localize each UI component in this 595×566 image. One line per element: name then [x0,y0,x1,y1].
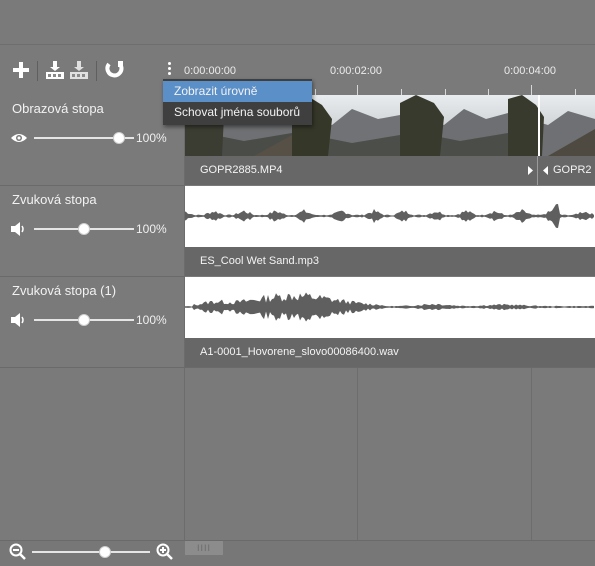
volume-value: 100% [136,313,167,327]
ruler-label: 0:00:02:00 [330,65,382,77]
clip-filename: A1-0001_Hovorene_slovo00086400.wav [200,346,399,358]
volume-slider-row: 100% [10,310,180,330]
export-media-button[interactable] [68,59,90,81]
eye-icon[interactable] [10,130,28,146]
clip-boundary [538,95,540,156]
track-title: Zvuková stopa (1) [12,283,117,298]
clip-footer: A1-0001_Hovorene_slovo00086400.wav [184,338,595,367]
kebab-icon [165,62,173,78]
timeline-gridline [357,368,358,540]
audio-waveform [184,292,594,322]
chevron-right-icon[interactable] [528,166,533,175]
waveform-area [184,186,595,247]
timeline-bottom-bar: IIII [0,540,595,566]
track-header-video[interactable]: Obrazová stopa 100% [0,95,184,186]
window-top-area [0,0,595,45]
opacity-slider-row: 100% [10,128,180,148]
track-title: Zvuková stopa [12,192,97,207]
clip-filename: GOPR2885.MP4 [200,164,283,176]
add-track-button[interactable] [10,59,32,81]
volume-slider-thumb[interactable] [78,223,90,235]
zoom-in-icon[interactable] [156,543,173,560]
menu-item-show-levels[interactable]: Zobrazit úrovně [163,81,312,102]
track-menu-button[interactable] [166,284,174,300]
ruler-tick [357,85,358,95]
volume-slider-row: 100% [10,219,180,239]
chevron-left-icon[interactable] [543,166,548,175]
opacity-slider-thumb[interactable] [113,132,125,144]
thumbnail-frame [400,95,508,156]
toolbar-separator [37,61,38,81]
horizontal-scrollbar-thumb[interactable]: IIII [185,541,223,555]
clip-filename: ES_Cool Wet Sand.mp3 [200,255,320,267]
audio-clip[interactable]: ES_Cool Wet Sand.mp3 [184,186,595,276]
context-menu: Zobrazit úrovně Schovat jména souborů [163,79,312,125]
audio-waveform [184,203,594,229]
ruler-tick [531,85,532,95]
opacity-value: 100% [136,131,167,145]
clip-footer: GOPR2885.MP4 GOPR2 [184,156,595,185]
more-options-button[interactable] [159,59,179,81]
track-header-audio[interactable]: Zvuková stopa 100% [0,186,184,277]
volume-value: 100% [136,222,167,236]
clip-divider [537,156,538,185]
waveform-area [184,277,595,338]
timeline-toolbar [0,45,184,95]
ruler-label: 0:00:04:00 [504,65,556,77]
waveform-shape [184,203,594,229]
waveform-shape [184,292,594,322]
thumbnail-frame [508,95,595,156]
audio-clip[interactable]: A1-0001_Hovorene_slovo00086400.wav [184,277,595,367]
import-icon [46,61,64,79]
volume-slider-thumb[interactable] [78,314,90,326]
import-media-button[interactable] [44,59,66,81]
menu-item-hide-filenames[interactable]: Schovat jména souborů [163,102,312,123]
track-header-audio[interactable]: Zvuková stopa (1) 100% [0,277,184,368]
plus-icon [13,62,29,78]
magnet-icon [105,61,124,78]
snap-button[interactable] [104,59,126,81]
zoom-slider[interactable] [32,551,150,553]
clip-footer: ES_Cool Wet Sand.mp3 [184,247,595,276]
timeline-divider [184,95,185,540]
timeline-gridline [531,368,532,540]
zoom-slider-thumb[interactable] [99,546,112,558]
zoom-out-icon[interactable] [9,543,26,560]
track-title: Obrazová stopa [12,101,104,116]
export-icon [70,61,88,79]
speaker-icon[interactable] [10,221,28,237]
speaker-icon[interactable] [10,312,28,328]
ruler-label: 0:00:00:00 [184,65,236,77]
clip-filename: GOPR2 [553,164,592,176]
track-menu-button[interactable] [166,193,174,209]
toolbar-separator [96,61,97,81]
track-area-end-line [0,367,595,368]
